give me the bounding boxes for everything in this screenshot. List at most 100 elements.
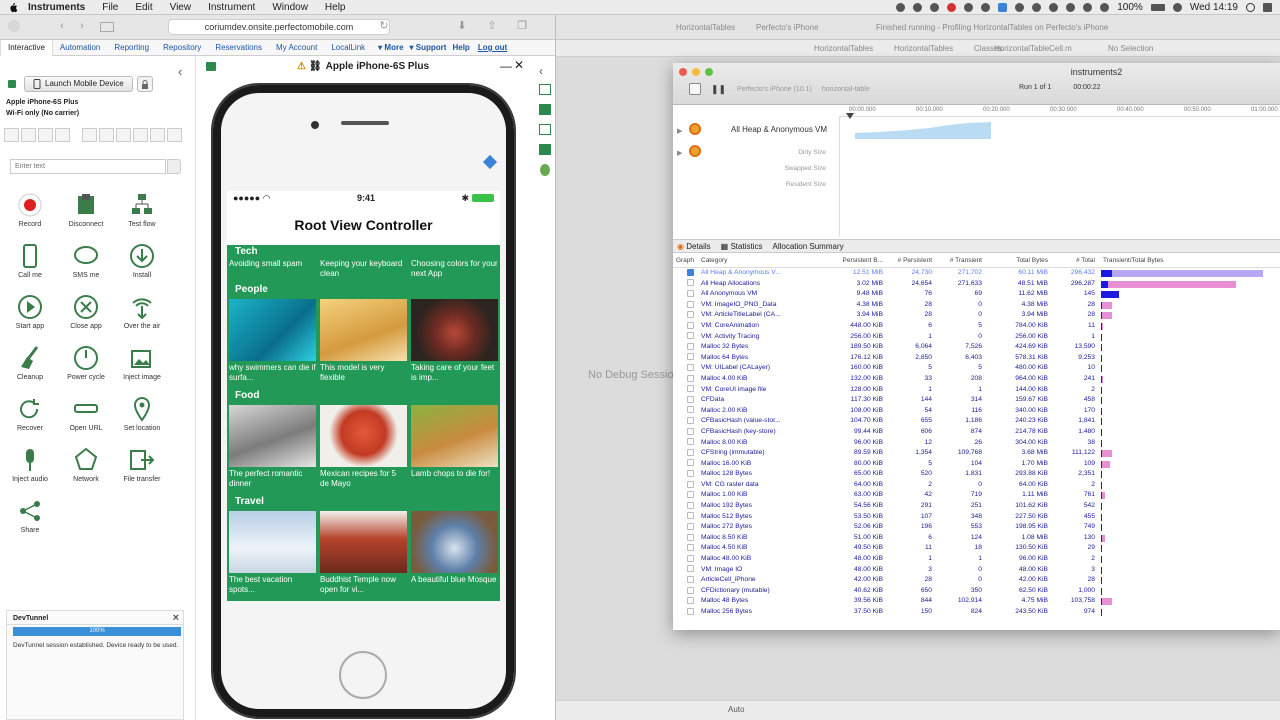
col-total[interactable]: # Total xyxy=(1048,257,1099,267)
back-arrow-icon[interactable]: ‹ xyxy=(56,20,68,32)
cleanup-action[interactable]: Cleanup xyxy=(2,345,58,388)
checkbox[interactable] xyxy=(686,395,694,403)
target-device[interactable]: Perfecto's iPhone (10.1) xyxy=(737,86,812,93)
checkbox[interactable] xyxy=(686,575,694,583)
article-tile[interactable]: why swimmers can die if surfa... xyxy=(229,299,316,387)
inject-audio-action[interactable]: Inject audio xyxy=(2,447,58,490)
menu-app-name[interactable]: Instruments xyxy=(28,2,85,13)
recover-action[interactable]: Recover xyxy=(2,396,58,439)
article-tile[interactable]: Mexican recipes for 5 de Mayo xyxy=(320,405,407,493)
col-total-bytes[interactable]: Total Bytes xyxy=(982,257,1048,267)
flag-tray-icon[interactable] xyxy=(1172,3,1182,12)
checkbox[interactable] xyxy=(686,342,694,350)
close-device-icon[interactable]: ✕ xyxy=(514,58,524,72)
tabs-overview-icon[interactable]: ❐ xyxy=(516,20,528,32)
screenshot-tool-icon[interactable] xyxy=(4,128,19,142)
graph-checkbox[interactable] xyxy=(683,385,697,396)
checkbox[interactable] xyxy=(686,501,694,509)
table-row[interactable]: Malloc 32 Bytes 189.50 KiB 6,064 7,526 424.6… xyxy=(673,342,1280,353)
col-persistent-bytes[interactable]: Persistent B... xyxy=(797,257,883,267)
breadcrumb-4[interactable]: No Selection xyxy=(1108,44,1153,53)
graph-checkbox[interactable] xyxy=(683,332,697,343)
graph-checkbox[interactable] xyxy=(683,543,697,554)
split-tool-icon[interactable] xyxy=(55,128,70,142)
article-tile[interactable]: This model is very flexible xyxy=(320,299,407,387)
table-row[interactable]: Malloc 8.00 KiB 96.00 KiB 12 26 304.00 KiB 38 xyxy=(673,438,1280,449)
warning-tray-icon[interactable] xyxy=(947,3,957,12)
partial-caption[interactable]: Choosing colors for your next App xyxy=(411,259,498,281)
wifi-tray-icon[interactable] xyxy=(1083,3,1093,12)
menu-clock[interactable]: Wed 14:19 xyxy=(1190,2,1238,13)
checkbox[interactable] xyxy=(686,353,694,361)
cloud-tray-icon[interactable] xyxy=(1032,3,1042,12)
checkbox[interactable] xyxy=(686,459,694,467)
drive-tray-icon[interactable] xyxy=(981,3,991,12)
checkbox[interactable] xyxy=(686,470,694,478)
col-category[interactable]: Category xyxy=(697,257,797,267)
keyboard-side-icon[interactable] xyxy=(539,84,551,95)
partial-caption[interactable]: Avoiding small spam xyxy=(229,259,316,281)
info-tool-icon[interactable] xyxy=(38,128,53,142)
graph-checkbox[interactable] xyxy=(683,289,697,300)
xcode-tab-device[interactable]: Perfecto's iPhone xyxy=(756,23,818,32)
start-app-action[interactable]: Start app xyxy=(2,294,58,337)
battery-percent[interactable]: 100% xyxy=(1117,2,1143,13)
graph-checkbox[interactable] xyxy=(683,406,697,417)
checkbox[interactable] xyxy=(686,565,694,573)
skype-tray-icon[interactable] xyxy=(930,3,940,12)
bluetooth-tray-icon[interactable] xyxy=(1066,3,1076,12)
window-control-icon[interactable] xyxy=(8,20,20,32)
zoom-in-tool-icon[interactable] xyxy=(82,128,97,142)
graph-checkbox[interactable] xyxy=(683,310,697,321)
graph-checkbox[interactable] xyxy=(683,342,697,353)
col-transient[interactable]: # Transient xyxy=(932,257,982,267)
lock-tray-icon[interactable] xyxy=(964,3,974,12)
fullscreen-tool-icon[interactable] xyxy=(116,128,131,142)
col-graph[interactable]: Graph xyxy=(673,257,697,267)
volume-tray-icon[interactable] xyxy=(1100,3,1110,12)
table-row[interactable]: VM: Activity Tracing 256.00 KiB 1 0 256.00 K… xyxy=(673,332,1280,343)
support-link[interactable]: ▾ Support xyxy=(410,43,447,52)
install-action[interactable]: Install xyxy=(114,243,170,286)
graph-checkbox[interactable] xyxy=(683,565,697,576)
table-row[interactable]: All Heap & Anonymous V... 12.51 MiB 24,730… xyxy=(673,268,1280,279)
breadcrumb-3[interactable]: HorizontalTableCell.m xyxy=(994,44,1072,53)
send-text-button[interactable] xyxy=(167,159,181,174)
download-icon[interactable]: ⬇ xyxy=(456,20,468,32)
article-tile[interactable]: The perfect romantic dinner xyxy=(229,405,316,493)
share-toolbar-icon[interactable]: ⇧ xyxy=(486,20,498,32)
article-tile[interactable]: Taking care of your feet is imp... xyxy=(411,299,498,387)
battery-icon[interactable] xyxy=(1150,4,1165,11)
graph-checkbox[interactable] xyxy=(683,512,697,523)
track-label-heap[interactable]: All Heap & Anonymous VM xyxy=(731,125,827,134)
breadcrumb-1[interactable]: HorizontalTables xyxy=(894,44,953,53)
checkbox[interactable] xyxy=(686,491,694,499)
graph-checkbox[interactable] xyxy=(683,416,697,427)
graph-checkbox[interactable] xyxy=(683,363,697,374)
collapse-panel-icon[interactable]: ‹ xyxy=(178,64,182,79)
article-tile[interactable]: Lamb chops to die for! xyxy=(411,405,498,493)
checkbox[interactable] xyxy=(686,311,694,319)
checkbox[interactable] xyxy=(686,544,694,552)
article-tile[interactable]: Buddhist Temple now open for vi... xyxy=(320,511,407,599)
checkbox[interactable] xyxy=(686,427,694,435)
article-tile[interactable]: The best vacation spots... xyxy=(229,511,316,599)
close-icon[interactable]: × xyxy=(173,612,179,624)
rotate-tool-icon[interactable] xyxy=(133,128,148,142)
sms-me-action[interactable]: SMS me xyxy=(58,243,114,286)
checkbox[interactable] xyxy=(686,406,694,414)
power-cycle-action[interactable]: Power cycle xyxy=(58,345,114,388)
over-the-air-action[interactable]: Over the air xyxy=(114,294,170,337)
open-url-action[interactable]: Open URL xyxy=(58,396,114,439)
graph-checkbox[interactable] xyxy=(683,522,697,533)
screen-tray-icon[interactable] xyxy=(998,3,1008,12)
test-flow-action[interactable]: Test flow xyxy=(114,192,170,235)
disabled-tool-icon[interactable] xyxy=(167,128,182,142)
checkbox[interactable] xyxy=(686,268,694,276)
more-menu-link[interactable]: ▾ More xyxy=(378,43,403,52)
table-row[interactable]: Malloc 2.00 KiB 108.00 KiB 54 116 340.00 KiB… xyxy=(673,406,1280,417)
graph-checkbox[interactable] xyxy=(683,268,697,279)
graph-checkbox[interactable] xyxy=(683,586,697,597)
table-row[interactable]: All Anonymous VM 9.48 MiB 76 69 11.62 MiB 145 xyxy=(673,289,1280,300)
screen-side-icon[interactable] xyxy=(539,124,551,135)
